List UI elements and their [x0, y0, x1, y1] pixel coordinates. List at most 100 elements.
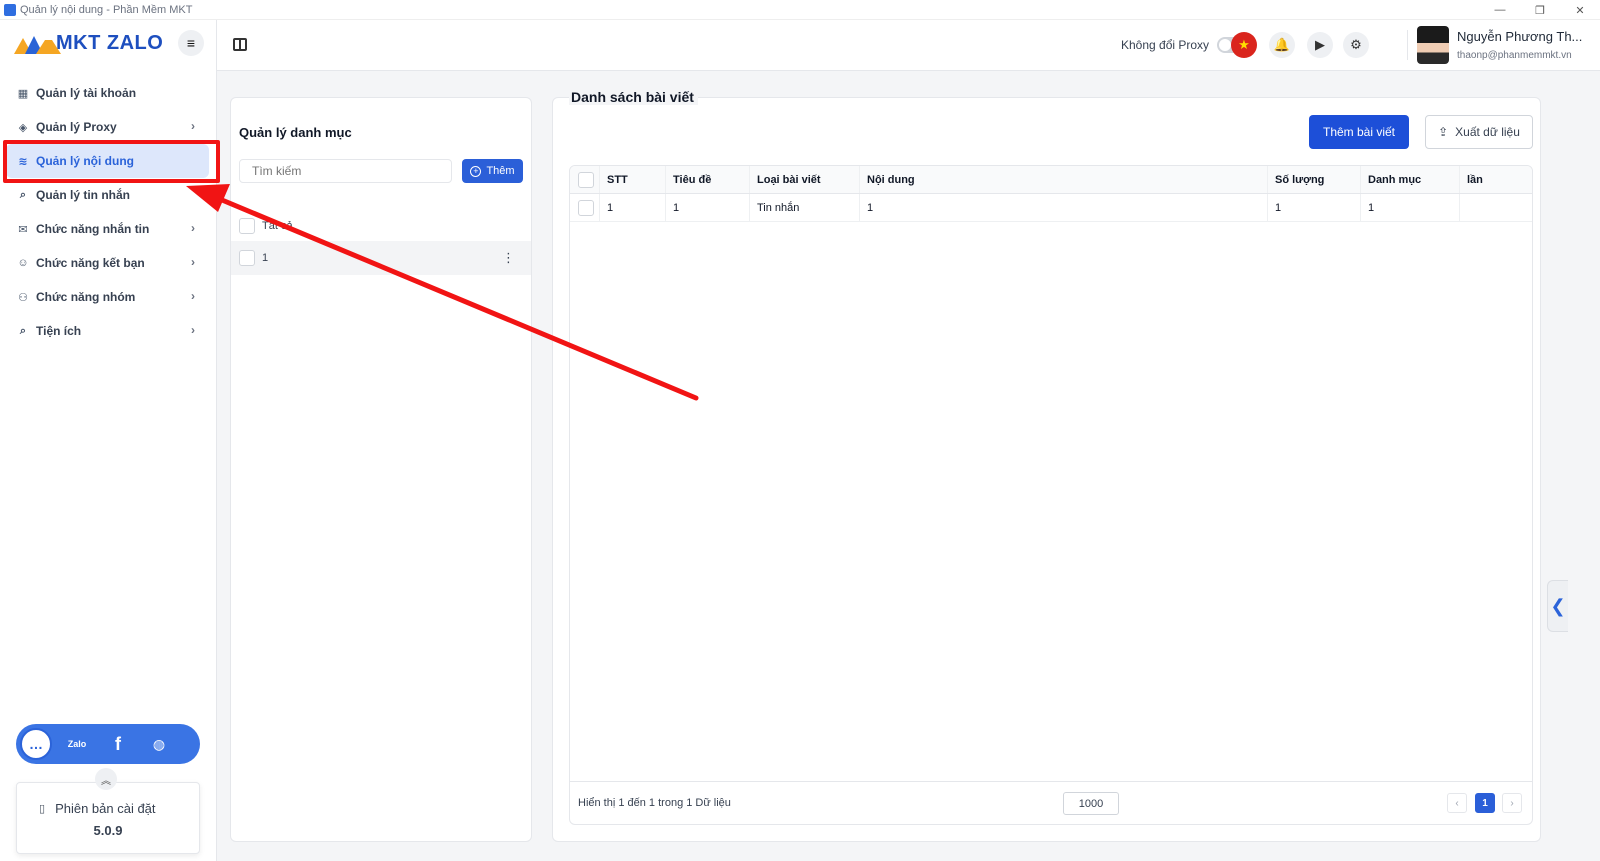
avatar[interactable] [1417, 26, 1449, 64]
posts-panel-title: Danh sách bài viết [569, 89, 698, 105]
more-vertical-icon[interactable]: ⋮ [502, 250, 515, 266]
globe-icon[interactable]: ◍ [143, 728, 175, 760]
layers-icon: ◈ [18, 121, 28, 134]
page-size-select[interactable]: 1000 [1063, 792, 1119, 815]
sidebar-item-proxy[interactable]: ◈ Quản lý Proxy › [6, 110, 209, 144]
table-cell: 1 [1361, 194, 1460, 221]
sidebar-item-label: Tiện ích [36, 324, 82, 338]
posts-panel: Danh sách bài viết Thêm bài viết ⇪ Xuất … [552, 89, 1541, 842]
category-checkbox[interactable] [239, 218, 255, 234]
sidebar-item-label: Quản lý Proxy [36, 120, 117, 134]
category-checkbox[interactable] [239, 250, 255, 266]
sidebar-nav: ▦ Quản lý tài khoản ◈ Quản lý Proxy › ≋ … [0, 76, 217, 348]
grid-icon: ▦ [17, 87, 29, 100]
add-category-label: Thêm [486, 165, 515, 177]
next-page-button[interactable]: › [1502, 793, 1522, 813]
table-cell: 1 [1268, 194, 1361, 221]
select-all-checkbox[interactable] [578, 171, 594, 188]
sidebar-item-messaging[interactable]: ✉ Chức năng nhắn tin › [6, 212, 209, 246]
device-icon: ▯ [39, 803, 46, 815]
version-card: ▯ Phiên bản cài đặt 5.0.9 [16, 782, 200, 854]
sidebar-item-accounts[interactable]: ▦ Quản lý tài khoản [6, 76, 209, 110]
column-header-quantity[interactable]: Số lượng [1268, 166, 1361, 193]
category-panel-title: Quản lý danh mục [239, 125, 352, 140]
sidebar-item-friends[interactable]: ☺ Chức năng kết bạn › [6, 246, 209, 280]
sidebar-item-utilities[interactable]: ⌕ Tiện ích › [6, 314, 209, 348]
export-data-label: Xuất dữ liệu [1455, 125, 1520, 139]
chevron-right-icon: › [191, 289, 195, 303]
vietnam-flag-icon[interactable]: ★ [1231, 32, 1257, 58]
play-icon[interactable]: ▶ [1307, 32, 1333, 58]
annotation-highlight-box [3, 140, 220, 183]
chevron-left-icon[interactable]: ❮ [1547, 580, 1568, 632]
category-item[interactable]: 1 ⋮ [231, 241, 531, 275]
table-cell: 1 [666, 194, 750, 221]
top-header: Không đổi Proxy ★ 🔔 ▶ ⚙ Nguyễn Phương Th… [217, 20, 1600, 71]
column-header-stt[interactable]: STT [600, 166, 666, 193]
table-cell [1460, 194, 1532, 221]
facebook-icon[interactable]: f [102, 728, 134, 760]
column-header-post-type[interactable]: Loại bài viết [750, 166, 860, 193]
select-all-cell [570, 166, 600, 193]
window-controls: — ❐ ✕ [1480, 0, 1600, 20]
sidebar-item-label: Quản lý tin nhắn [36, 188, 131, 202]
page-button-1[interactable]: 1 [1475, 793, 1495, 813]
app-icon [4, 3, 16, 16]
column-header-content[interactable]: Nội dung [860, 166, 1268, 193]
category-label: Tất cả [262, 220, 293, 232]
utility-icon: ⌕ [19, 324, 27, 337]
logo-text: MKT ZALO [56, 32, 164, 54]
sidebar-item-label: Chức năng nhắn tin [36, 222, 150, 236]
user-name[interactable]: Nguyễn Phương Th... [1457, 29, 1582, 44]
close-icon[interactable]: ✕ [1560, 0, 1600, 20]
export-data-button[interactable]: ⇪ Xuất dữ liệu [1425, 115, 1533, 149]
brand-logo[interactable]: MKT ZALO [14, 32, 163, 55]
minimize-icon[interactable]: — [1480, 0, 1520, 20]
sidebar-toggle-icon[interactable] [233, 38, 247, 51]
sidebar-item-label: Quản lý tài khoản [36, 86, 137, 100]
sidebar-item-messages[interactable]: ⌕ Quản lý tin nhắn [6, 178, 209, 212]
version-number: 5.0.9 [93, 823, 123, 838]
column-header-title[interactable]: Tiêu đề [666, 166, 750, 193]
window-titlebar: Quản lý nội dung - Phần Mềm MKT — ❐ ✕ [0, 0, 1600, 20]
pagination-info: Hiển thị 1 đến 1 trong 1 Dữ liệu [578, 797, 731, 809]
column-header-category[interactable]: Danh mục [1361, 166, 1460, 193]
social-links: … Zalo f ◍ [16, 724, 200, 764]
chevron-right-icon: › [191, 323, 195, 337]
support-chat-icon[interactable]: … [20, 728, 52, 760]
proxy-label: Không đổi Proxy [1121, 38, 1210, 52]
table-cell: 1 [860, 194, 1268, 221]
prev-page-button[interactable]: ‹ [1447, 793, 1467, 813]
chevron-right-icon: › [191, 221, 195, 235]
sidebar-item-label: Chức năng kết bạn [36, 256, 145, 270]
category-search-input[interactable] [239, 159, 452, 183]
add-category-button[interactable]: + Thêm [462, 159, 523, 183]
search-message-icon: ⌕ [19, 188, 27, 201]
version-label: Phiên bản cài đặt [55, 801, 156, 816]
user-email: thaonp@phanmemmkt.vn [1457, 50, 1572, 61]
table-header-row: STT Tiêu đề Loại bài viết Nội dung Số lư… [570, 166, 1532, 194]
gear-icon[interactable]: ⚙ [1343, 32, 1369, 58]
table-cell: Tin nhắn [750, 194, 860, 221]
chat-icon: ✉ [18, 223, 28, 236]
window-title: Quản lý nội dung - Phần Mềm MKT [20, 3, 193, 16]
table-row[interactable]: 1 1 Tin nhắn 1 1 1 [570, 194, 1532, 222]
plus-circle-icon: + [470, 165, 482, 177]
zalo-icon[interactable]: Zalo [61, 728, 93, 760]
column-header-times[interactable]: lần [1460, 166, 1532, 193]
chevron-right-icon: › [191, 119, 195, 133]
category-label: 1 [262, 252, 269, 264]
add-post-button[interactable]: Thêm bài viết [1309, 115, 1409, 149]
add-friend-icon: ☺ [17, 257, 29, 269]
table-cell: 1 [600, 194, 666, 221]
restore-icon[interactable]: ❐ [1520, 0, 1560, 20]
upload-icon: ⇪ [1438, 125, 1449, 139]
row-checkbox[interactable] [578, 199, 594, 216]
category-item-all[interactable]: Tất cả [231, 209, 531, 243]
sidebar-item-groups[interactable]: ⚇ Chức năng nhóm › [6, 280, 209, 314]
category-panel: Quản lý danh mục + Thêm Tất cả 1 ⋮ [230, 97, 532, 842]
bell-icon[interactable]: 🔔 [1269, 32, 1295, 58]
hamburger-icon[interactable]: ≡ [178, 30, 204, 56]
group-icon: ⚇ [18, 291, 28, 304]
chevron-up-icon[interactable]: ︽ [95, 768, 117, 790]
